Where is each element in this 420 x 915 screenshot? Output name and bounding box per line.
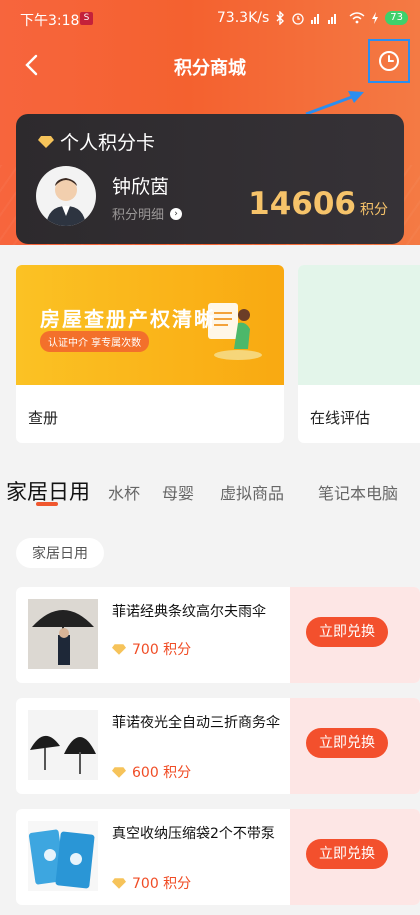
diamond-icon	[38, 135, 54, 148]
banner-image-tag: 认证中介 享专属次数	[40, 331, 150, 352]
banner-image	[298, 265, 420, 385]
points-balance: 14606 积分	[248, 186, 388, 222]
folding-umbrella-icon	[28, 710, 98, 780]
tab-cups[interactable]: 水杯	[108, 480, 140, 504]
diamond-icon	[112, 766, 126, 778]
wifi-icon	[349, 12, 365, 24]
alarm-icon	[292, 13, 304, 25]
banner-caption: 在线评估	[310, 409, 371, 427]
banner-image-title: 房屋查册产权清晰	[40, 307, 216, 331]
points-value: 14606	[248, 186, 356, 222]
person-reading-illustration-icon	[208, 303, 262, 360]
tab-baby[interactable]: 母婴	[162, 480, 194, 504]
bottom-spacer	[0, 905, 420, 915]
product-image	[28, 710, 98, 780]
avatar	[36, 166, 96, 226]
redeem-button[interactable]: 立即兑换	[306, 839, 388, 869]
active-tab-indicator	[36, 502, 58, 506]
banner-property-search[interactable]: 房屋查册产权清晰 认证中介 享专属次数 查册	[16, 265, 284, 443]
section-header: 家居日用	[16, 538, 104, 568]
banner-image: 房屋查册产权清晰 认证中介 享专属次数	[16, 265, 284, 385]
points-detail-link[interactable]: 积分明细 ›	[112, 204, 183, 223]
product-price-text: 700 积分	[132, 642, 192, 658]
vacuum-bag-icon	[28, 821, 98, 891]
list-item: 真空收纳压缩袋2个不带泵 700 积分 立即兑换	[16, 809, 420, 905]
points-card: 个人积分卡 钟欣茵 积分明细 › 14606 积分	[16, 114, 404, 244]
signal-icon	[311, 14, 337, 24]
product-image	[28, 821, 98, 891]
top-nav: 积分商城	[0, 39, 420, 116]
page-title: 积分商城	[174, 58, 246, 79]
product-name: 菲诺夜光全自动三折商务伞	[112, 715, 280, 731]
bluetooth-icon	[276, 11, 285, 25]
user-name: 钟欣茵	[112, 176, 170, 198]
banner-area: 房屋查册产权清晰 认证中介 享专属次数 查册 在线评估	[0, 245, 420, 455]
product-image	[28, 599, 98, 669]
history-button[interactable]	[368, 39, 410, 83]
list-item: 菲诺经典条纹高尔夫雨伞 700 积分 立即兑换	[16, 587, 420, 683]
list-item: 菲诺夜光全自动三折商务伞 600 积分 立即兑换	[16, 698, 420, 794]
banner-caption: 查册	[28, 409, 59, 427]
battery-level: 73	[385, 11, 408, 25]
product-price: 700 积分	[112, 873, 191, 893]
network-speed: 73.3K/s	[216, 10, 270, 26]
redeem-button[interactable]: 立即兑换	[306, 728, 388, 758]
status-time: 下午3:18	[20, 13, 80, 29]
umbrella-icon	[28, 599, 98, 669]
product-price-text: 600 积分	[132, 765, 192, 781]
card-label-text: 个人积分卡	[60, 132, 156, 154]
product-price: 600 积分	[112, 762, 191, 782]
tab-laptops[interactable]: 笔记本电脑	[318, 480, 398, 504]
category-tabs: 家居日用 水杯 母婴 虚拟商品 笔记本电脑	[0, 468, 420, 508]
product-name: 菲诺经典条纹高尔夫雨伞	[112, 604, 266, 620]
clock-icon	[379, 51, 399, 71]
tab-virtual-goods[interactable]: 虚拟商品	[220, 480, 284, 504]
notification-app-icon: S	[80, 12, 93, 25]
status-bar: 下午3:18 S 73.3K/s 73	[0, 0, 420, 38]
status-icons: 73.3K/s 73	[217, 10, 408, 26]
redeem-button[interactable]: 立即兑换	[306, 617, 388, 647]
diamond-icon	[112, 643, 126, 655]
points-unit: 积分	[360, 202, 388, 218]
product-price: 700 积分	[112, 639, 191, 659]
chevron-right-icon: ›	[170, 207, 183, 220]
points-detail-label: 积分明细	[112, 208, 165, 223]
product-name: 真空收纳压缩袋2个不带泵	[112, 826, 275, 842]
charging-icon	[372, 12, 379, 24]
product-price-text: 700 积分	[132, 876, 192, 892]
card-label: 个人积分卡	[38, 128, 155, 155]
avatar-icon	[46, 178, 86, 226]
banner-online-evaluation[interactable]: 在线评估	[298, 265, 420, 443]
diamond-icon	[112, 877, 126, 889]
